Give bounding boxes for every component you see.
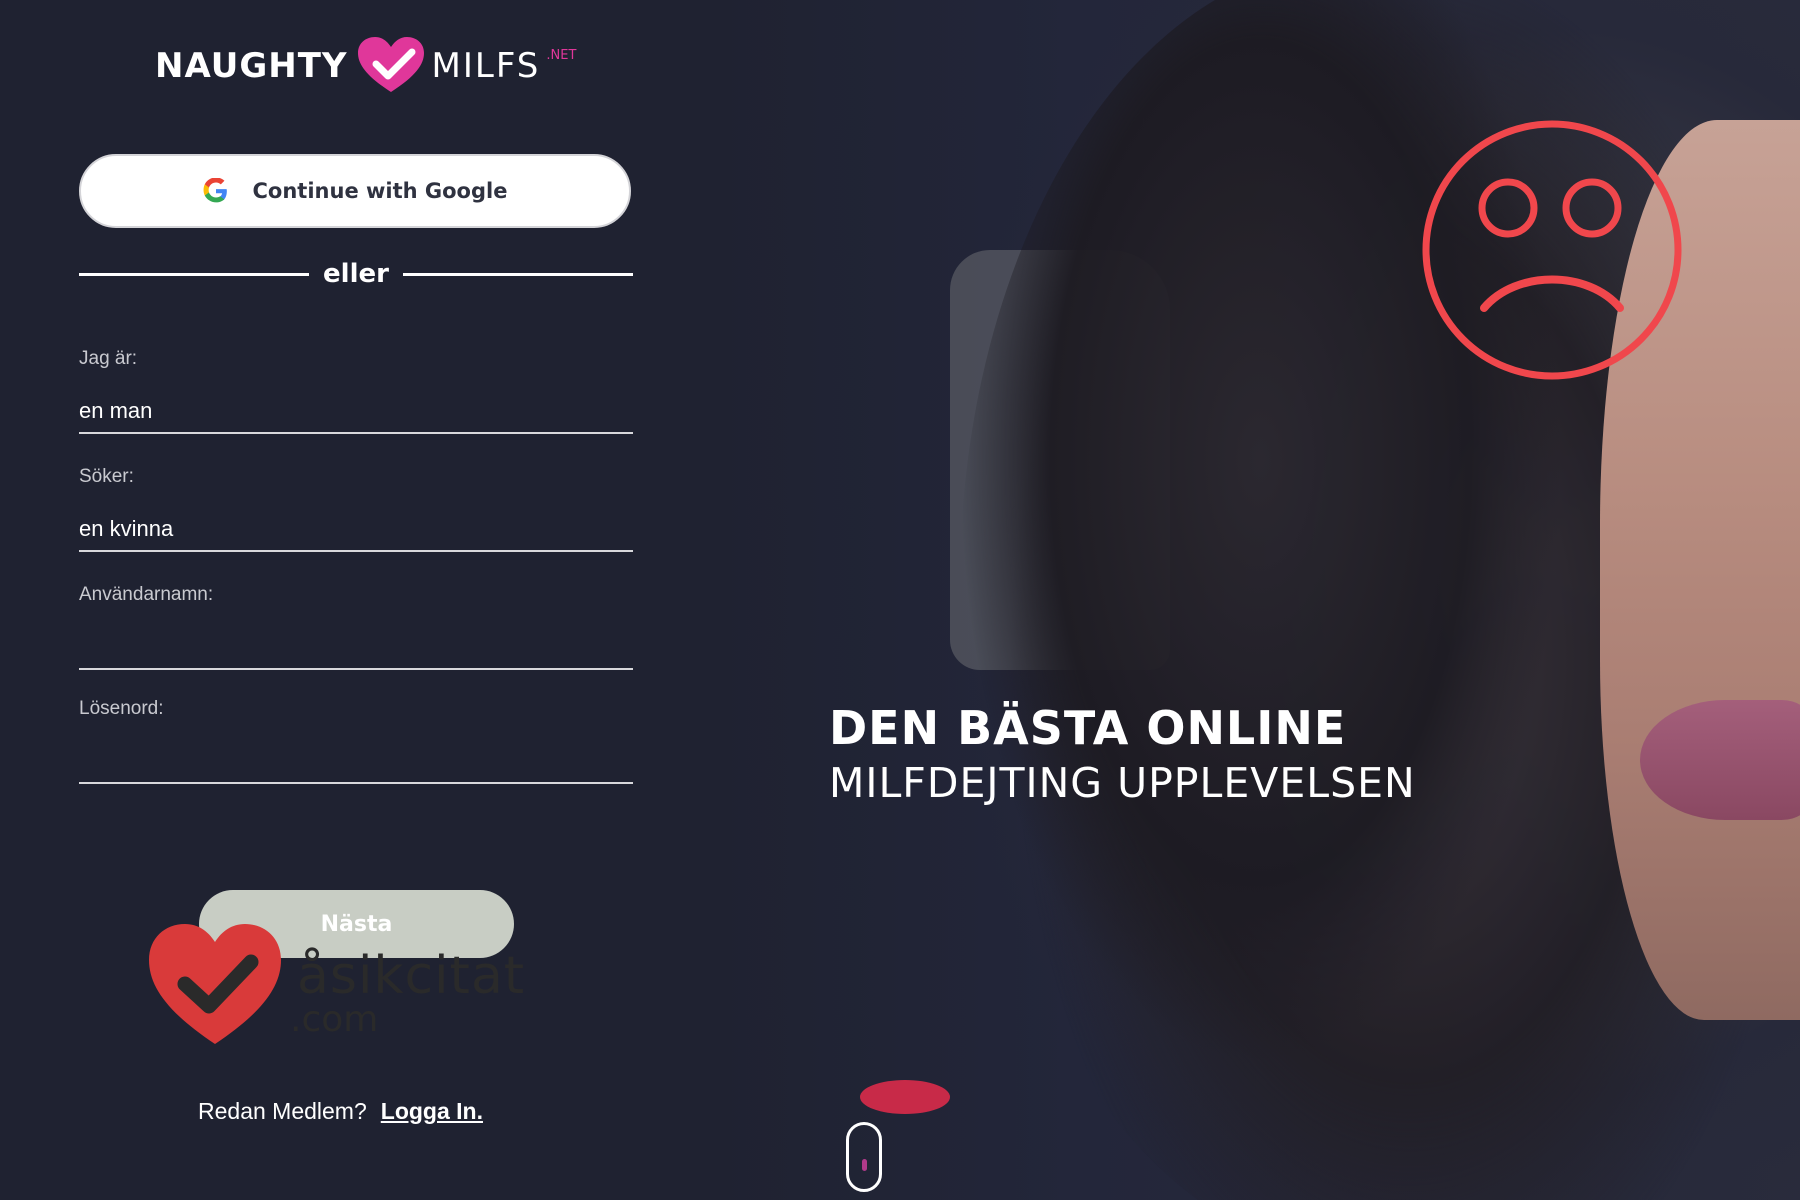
- divider-line-right: [402, 272, 634, 276]
- scroll-wheel-dot: [862, 1159, 867, 1171]
- username-label: Användarnamn:: [79, 584, 214, 605]
- gender-select[interactable]: Jag är: en man: [79, 346, 633, 434]
- password-label: Lösenord:: [79, 698, 164, 719]
- divider-text: eller: [323, 259, 389, 289]
- hero-photo-lips: [1640, 700, 1800, 820]
- page: NAUGHTY MILFS .NET Continue with Google …: [0, 0, 1800, 1200]
- watermark-tld: .com: [290, 999, 379, 1040]
- divider-line-left: [79, 272, 310, 276]
- seeking-select[interactable]: Söker: en kvinna: [79, 464, 633, 552]
- hero-headline-regular: MILFDEJTING UPPLEVELSEN: [829, 759, 1416, 807]
- watermark-heart-check-icon: [149, 924, 281, 1044]
- google-g-icon: [203, 178, 227, 203]
- or-divider: eller: [79, 256, 634, 292]
- watermark-name: åsikcitat: [297, 946, 526, 1006]
- continue-with-google-button[interactable]: Continue with Google: [79, 154, 631, 228]
- hero-headline-bold: DEN BÄSTA ONLINE: [829, 701, 1347, 755]
- login-link[interactable]: Logga In.: [381, 1098, 483, 1125]
- mouse-scroll-icon[interactable]: [846, 1122, 882, 1192]
- username-input[interactable]: [79, 626, 633, 668]
- password-input[interactable]: [79, 740, 633, 782]
- sad-face-icon: [1422, 120, 1682, 380]
- logo-word-right: MILFS: [431, 46, 541, 86]
- logo-word-left: NAUGHTY: [155, 46, 348, 86]
- gender-label: Jag är:: [79, 348, 138, 369]
- logo-suffix: .NET: [546, 48, 577, 63]
- password-field[interactable]: Lösenord:: [79, 696, 633, 784]
- seeking-label: Söker:: [79, 466, 134, 487]
- username-field[interactable]: Användarnamn:: [79, 582, 633, 670]
- gender-value[interactable]: en man: [79, 390, 633, 432]
- hero-headline: DEN BÄSTA ONLINE MILFDEJTING UPPLEVELSEN: [829, 700, 1416, 810]
- google-button-label: Continue with Google: [252, 179, 508, 203]
- seeking-value[interactable]: en kvinna: [79, 508, 633, 550]
- site-logo[interactable]: NAUGHTY MILFS .NET: [155, 36, 576, 96]
- already-member-row: Redan Medlem? Logga In.: [198, 1098, 483, 1125]
- site-watermark: åsikcitat .com: [145, 920, 545, 1060]
- hero-photo-nail: [860, 1080, 950, 1114]
- heart-check-icon: [357, 37, 424, 92]
- already-member-text: Redan Medlem?: [198, 1098, 367, 1124]
